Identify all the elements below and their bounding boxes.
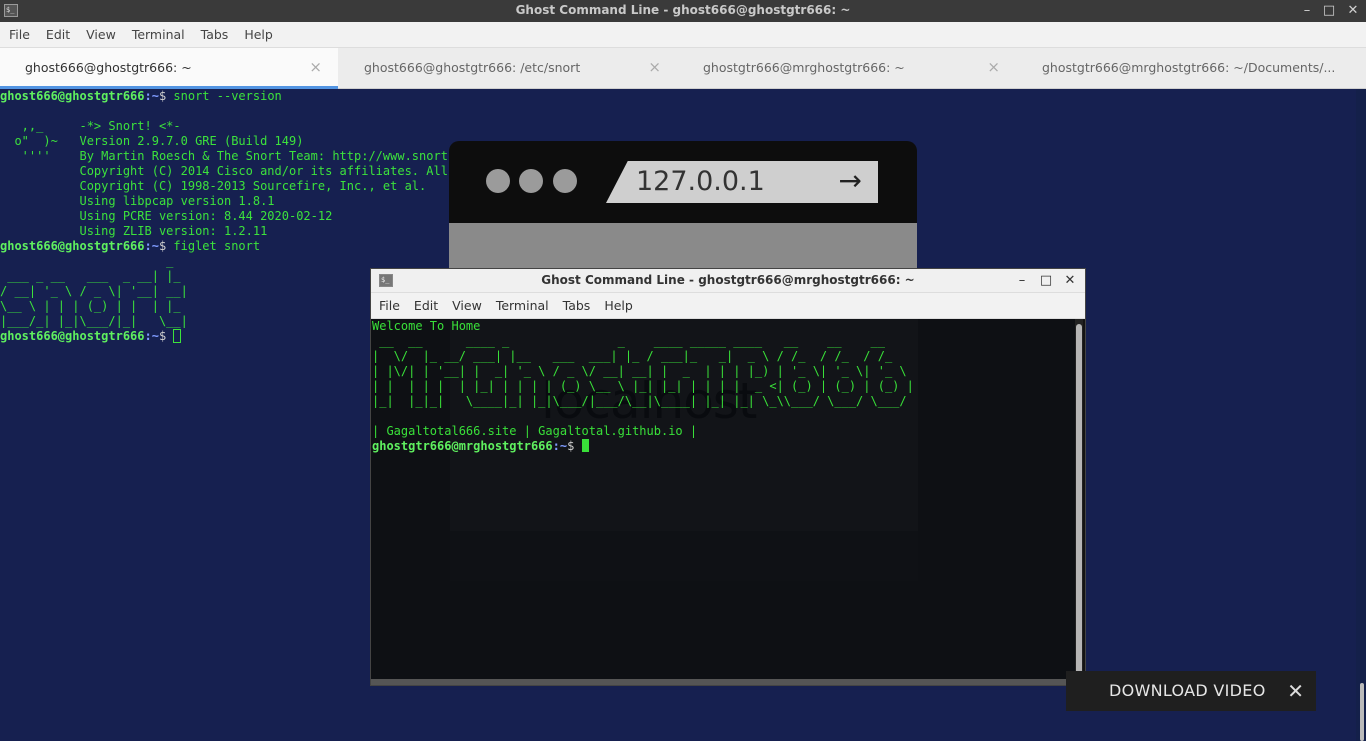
tab-close-icon[interactable]: × — [309, 58, 322, 76]
ascii-banner: __ __ ____ _ _ ____ _____ ____ __ __ __ … — [372, 334, 914, 408]
window-titlebar[interactable]: $_ Ghost Command Line - ghost666@ghostgt… — [0, 0, 1366, 22]
illustration-url: 127.0.0.1 — [636, 166, 765, 197]
tab-home[interactable]: ghost666@ghostgtr666: ~ × — [0, 48, 338, 89]
floating-titlebar[interactable]: $_ Ghost Command Line - ghostgtr666@mrgh… — [371, 269, 1085, 293]
menu-terminal[interactable]: Terminal — [489, 293, 556, 319]
menu-view[interactable]: View — [445, 293, 489, 319]
close-icon[interactable]: ✕ — [1061, 272, 1079, 290]
terminal-cursor — [173, 329, 182, 343]
floating-terminal-output[interactable]: Welcome To Home __ __ ____ _ _ ____ ____… — [371, 319, 1075, 681]
floating-window-title: Ghost Command Line - ghostgtr666@mrghost… — [541, 273, 915, 287]
tab-bar: ghost666@ghostgtr666: ~ × ghost666@ghost… — [0, 48, 1366, 89]
terminal-cursor — [581, 439, 589, 452]
menubar: File Edit View Terminal Tabs Help — [0, 22, 1366, 48]
illustration-header: 127.0.0.1 → — [449, 141, 917, 223]
prompt-dollar: $ — [158, 239, 174, 253]
prompt-user: ghost666@ghostgtr666 — [0, 239, 145, 253]
minimize-icon[interactable]: – — [1298, 2, 1316, 20]
menu-file[interactable]: File — [371, 293, 407, 319]
illustration-url-bar: 127.0.0.1 → — [606, 161, 878, 203]
sites-line: | Gagaltotal666.site | Gagaltotal.github… — [372, 424, 698, 438]
menu-terminal[interactable]: Terminal — [124, 22, 193, 48]
tab-etc-snort[interactable]: ghost666@ghostgtr666: /etc/snort × — [339, 48, 677, 89]
maximize-icon[interactable]: □ — [1320, 2, 1338, 20]
minimize-icon[interactable]: – — [1013, 272, 1031, 290]
floating-prompt-line: ghostgtr666@mrghostgtr666:~$ — [371, 439, 1075, 454]
download-video-button[interactable]: DOWNLOAD VIDEO — [1109, 681, 1266, 700]
tab-label: ghost666@ghostgtr666: /etc/snort — [364, 60, 581, 75]
command-text: snort --version — [173, 89, 282, 103]
tab-mrghost-home[interactable]: ghostgtr666@mrghostgtr666: ~ × — [678, 48, 1016, 89]
prompt-path: :~ — [144, 89, 159, 103]
scrollbar-thumb[interactable] — [1076, 324, 1082, 674]
window-dot-icon — [519, 169, 543, 193]
prompt-path: :~ — [144, 239, 159, 253]
floating-scrollbar[interactable] — [1075, 319, 1083, 681]
blank-line — [371, 409, 1075, 424]
welcome-line: Welcome To Home — [372, 319, 481, 333]
floating-bottom-edge — [371, 679, 1085, 685]
tab-label: ghostgtr666@mrghostgtr666: ~ — [703, 60, 905, 75]
close-icon[interactable]: ✕ — [1344, 2, 1362, 20]
menu-file[interactable]: File — [0, 22, 38, 48]
window-dot-icon — [553, 169, 577, 193]
window-title: Ghost Command Line - ghost666@ghostgtr66… — [515, 3, 851, 17]
prompt-dollar: $ — [567, 439, 582, 453]
floating-terminal-window[interactable]: $_ Ghost Command Line - ghostgtr666@mrgh… — [370, 268, 1086, 686]
main-scrollbar[interactable] — [1356, 89, 1366, 741]
download-video-banner[interactable]: DOWNLOAD VIDEO ✕ — [1066, 671, 1316, 711]
menu-view[interactable]: View — [78, 22, 124, 48]
prompt-user: ghost666@ghostgtr666 — [0, 329, 145, 343]
menu-edit[interactable]: Edit — [407, 293, 445, 319]
floating-menubar: File Edit View Terminal Tabs Help — [371, 293, 1085, 319]
close-icon[interactable]: ✕ — [1287, 679, 1304, 703]
menu-help[interactable]: Help — [236, 22, 281, 48]
tab-label: ghostgtr666@mrghostgtr666: ~/Documents/.… — [1042, 60, 1336, 75]
window-dot-icon — [486, 169, 510, 193]
prompt-dollar: $ — [158, 89, 174, 103]
prompt-path: :~ — [144, 329, 159, 343]
arrow-right-icon: → — [838, 164, 862, 197]
prompt-user: ghostgtr666@mrghostgtr666 — [372, 439, 553, 453]
illustration-strip — [449, 223, 917, 268]
terminal-line-cmd1: ghost666@ghostgtr666:~$ snort --version — [0, 89, 1356, 104]
tab-close-icon[interactable]: × — [648, 58, 661, 76]
menu-tabs[interactable]: Tabs — [193, 22, 237, 48]
tab-label: ghost666@ghostgtr666: ~ — [25, 60, 192, 75]
prompt-path: :~ — [552, 439, 568, 453]
prompt-user: ghost666@ghostgtr666 — [0, 89, 145, 103]
tab-mrghost-documents[interactable]: ghostgtr666@mrghostgtr666: ~/Documents/.… — [1017, 48, 1366, 89]
maximize-icon[interactable]: □ — [1037, 272, 1055, 290]
prompt-dollar: $ — [158, 329, 174, 343]
menu-help[interactable]: Help — [597, 293, 640, 319]
menu-edit[interactable]: Edit — [38, 22, 78, 48]
command-text: figlet snort — [173, 239, 261, 253]
menu-tabs[interactable]: Tabs — [556, 293, 598, 319]
scrollbar-thumb[interactable] — [1360, 683, 1364, 741]
tab-close-icon[interactable]: × — [987, 58, 1000, 76]
